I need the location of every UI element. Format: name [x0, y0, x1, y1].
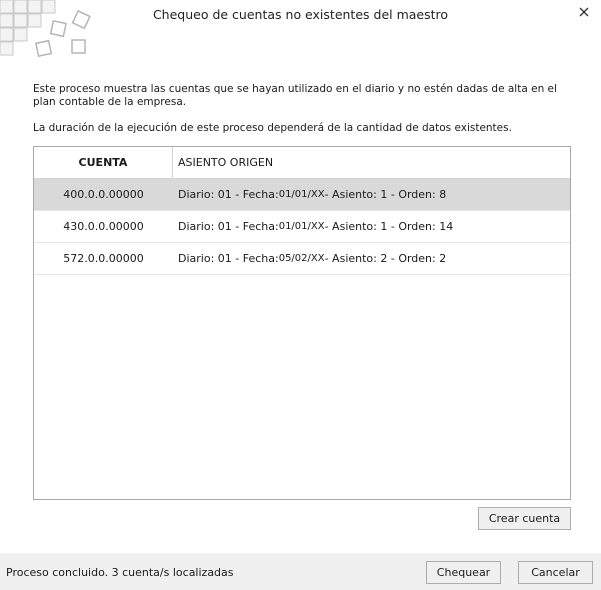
- cell-diario-label: Diario: 01 - Fecha:: [178, 188, 279, 201]
- column-header-cuenta[interactable]: CUENTA: [34, 147, 173, 178]
- cell-fecha: 01/01/XX: [278, 189, 325, 200]
- close-icon: [579, 7, 589, 17]
- cell-cuenta: 400.0.0.00000: [63, 188, 144, 201]
- cell-diario-label: Diario: 01 - Fecha:: [178, 220, 279, 233]
- accounts-grid[interactable]: CUENTA ASIENTO ORIGEN 400.0.0.00000 Diar…: [33, 146, 571, 500]
- grid-header: CUENTA ASIENTO ORIGEN: [34, 147, 570, 179]
- cell-cuenta: 572.0.0.00000: [63, 252, 144, 265]
- crear-cuenta-button[interactable]: Crear cuenta: [478, 507, 571, 530]
- cell-asiento-origen: Diario: 01 - Fecha: 05/02/XX - Asiento: …: [173, 243, 570, 274]
- cell-fecha: 01/01/XX: [278, 221, 325, 232]
- table-row[interactable]: 400.0.0.00000 Diario: 01 - Fecha: 01/01/…: [34, 179, 570, 211]
- cell-cuenta: 430.0.0.00000: [63, 220, 144, 233]
- cell-asiento-orden: - Asiento: 1 - Orden: 8: [324, 188, 447, 201]
- cell-asiento-origen: Diario: 01 - Fecha: 01/01/XX - Asiento: …: [173, 211, 570, 242]
- status-text: Proceso concluido. 3 cuenta/s localizada…: [6, 566, 234, 579]
- cell-fecha: 05/02/XX: [278, 253, 325, 264]
- description-text: Este proceso muestra las cuentas que se …: [33, 83, 557, 108]
- cell-asiento-origen: Diario: 01 - Fecha: 01/01/XX - Asiento: …: [173, 179, 570, 210]
- cancelar-button[interactable]: Cancelar: [518, 561, 593, 584]
- cell-diario-label: Diario: 01 - Fecha:: [178, 252, 279, 265]
- table-row[interactable]: 430.0.0.00000 Diario: 01 - Fecha: 01/01/…: [34, 211, 570, 243]
- status-footer: Proceso concluido. 3 cuenta/s localizada…: [0, 553, 601, 590]
- table-row[interactable]: 572.0.0.00000 Diario: 01 - Fecha: 05/02/…: [34, 243, 570, 275]
- column-header-asiento-origen[interactable]: ASIENTO ORIGEN: [173, 147, 570, 178]
- close-button[interactable]: [573, 1, 595, 23]
- window-title: Chequeo de cuentas no existentes del mae…: [152, 7, 449, 22]
- cell-asiento-orden: - Asiento: 2 - Orden: 2: [324, 252, 447, 265]
- duration-note: La duración de la ejecución de este proc…: [33, 122, 512, 134]
- cell-asiento-orden: - Asiento: 1 - Orden: 14: [324, 220, 454, 233]
- chequear-button[interactable]: Chequear: [426, 561, 501, 584]
